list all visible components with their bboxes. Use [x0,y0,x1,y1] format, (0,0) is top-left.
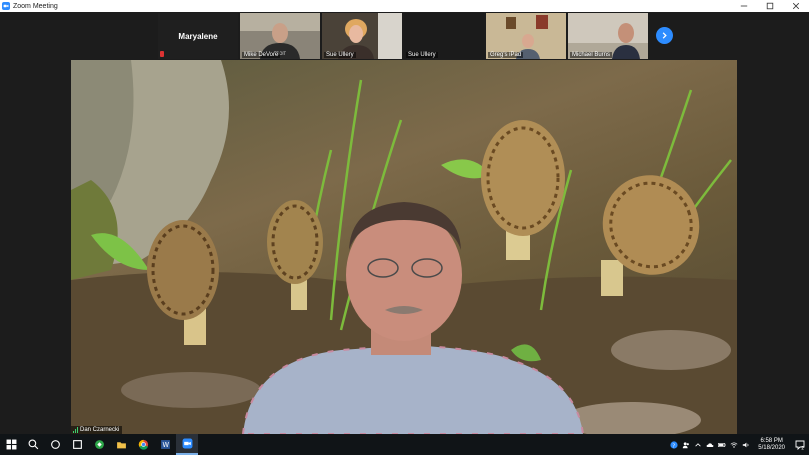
participant-tile[interactable]: Maryalene [158,13,238,59]
participant-tile[interactable]: Sue Ullery [322,13,402,59]
notification-count: 2 [801,445,804,449]
chevron-up-icon[interactable] [692,434,704,455]
taskbar-clock[interactable]: 6:58 PM 5/18/2020 [752,438,791,452]
speaker-name: Dan Czarnecki [80,427,120,433]
notification-center-icon[interactable]: 2 [791,434,809,455]
clock-date: 5/18/2020 [758,444,785,451]
participant-tile[interactable]: TROIT Mike DeVore [240,13,320,59]
title-bar: Zoom Meeting [0,0,809,12]
participant-tile[interactable]: Greg's iPad [486,13,566,59]
virtual-background [71,60,737,434]
clock-time: 6:58 PM [760,437,783,444]
close-icon[interactable] [783,0,809,12]
participant-name: Maryalene [178,31,218,41]
windows-start-icon[interactable] [0,434,22,455]
system-tray: ? 6:58 PM 5/18/2020 2 [668,434,809,455]
participant-name: Mike DeVore [242,52,281,58]
file-explorer-icon[interactable] [88,434,110,455]
muted-mic-icon [160,51,164,57]
participant-tile[interactable]: Michael Burns [568,13,648,59]
maximize-icon[interactable] [757,0,783,12]
taskbar: W ? 6:58 PM 5/18/2020 2 [0,434,809,455]
zoom-app-icon [2,2,10,10]
search-icon[interactable] [22,434,44,455]
participant-strip: Maryalene TROIT Mike DeVore Sue Ullery [158,13,648,59]
svg-text:?: ? [673,443,676,449]
meeting-area: Maryalene TROIT Mike DeVore Sue Ullery [0,12,809,434]
store-icon[interactable] [66,434,88,455]
cloud-icon[interactable] [704,434,716,455]
connection-signal-icon [73,427,78,433]
chrome-icon[interactable] [132,434,154,455]
participant-name: Sue Ullery [406,52,438,58]
participant-name: Sue Ullery [324,52,356,58]
window-title: Zoom Meeting [13,2,58,10]
battery-icon[interactable] [716,434,728,455]
people-icon[interactable] [680,434,692,455]
minimize-icon[interactable] [731,0,757,12]
speaker-name-label: Dan Czarnecki [71,426,123,434]
participant-name: Greg's iPad [488,52,524,58]
wifi-icon[interactable] [728,434,740,455]
active-speaker-video: Dan Czarnecki [71,60,737,434]
help-icon[interactable]: ? [668,434,680,455]
volume-icon[interactable] [740,434,752,455]
svg-text:W: W [162,441,169,449]
word-icon[interactable]: W [154,434,176,455]
folder-icon[interactable] [110,434,132,455]
task-view-icon[interactable] [44,434,66,455]
participant-name: Michael Burns [570,52,613,58]
participant-tile[interactable]: Sue Ullery [404,13,484,59]
zoom-icon[interactable] [176,434,198,455]
chevron-right-icon[interactable] [656,27,673,44]
